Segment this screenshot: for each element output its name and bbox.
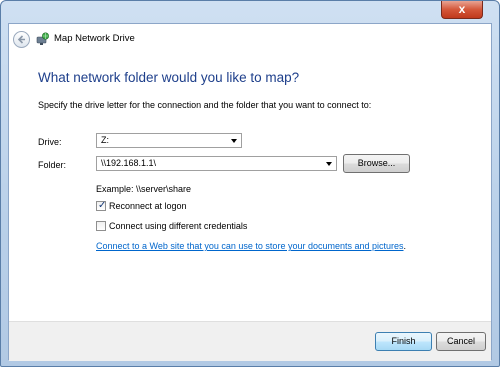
- web-site-link[interactable]: Connect to a Web site that you can use t…: [96, 241, 404, 251]
- chevron-down-icon[interactable]: [326, 162, 332, 166]
- instruction-text: Specify the drive letter for the connect…: [38, 100, 372, 110]
- wizard-content: Map Network Drive What network folder wo…: [8, 23, 492, 361]
- credentials-checkbox[interactable]: [96, 221, 106, 231]
- title-bar[interactable]: x: [1, 1, 499, 23]
- checkmark-icon: ✓: [98, 200, 107, 211]
- page-heading: What network folder would you like to ma…: [38, 70, 300, 85]
- drive-label: Drive:: [38, 137, 62, 147]
- network-drive-icon: [36, 32, 50, 45]
- finish-button[interactable]: Finish: [375, 332, 432, 351]
- browse-button[interactable]: Browse...: [343, 154, 410, 173]
- folder-input-value: \\192.168.1.1\: [101, 158, 157, 168]
- web-site-link-line: Connect to a Web site that you can use t…: [96, 241, 406, 251]
- folder-label: Folder:: [38, 160, 67, 170]
- dialog-window: x Map Network Drive What network folder …: [0, 0, 500, 367]
- drive-select[interactable]: Z:: [96, 133, 242, 148]
- chevron-down-icon[interactable]: [231, 139, 237, 143]
- close-button[interactable]: x: [441, 1, 483, 19]
- reconnect-label[interactable]: Reconnect at logon: [109, 201, 187, 211]
- back-arrow-icon: [17, 35, 25, 44]
- close-icon: x: [458, 2, 466, 16]
- wizard-nav-bar: Map Network Drive: [9, 24, 491, 54]
- window-title: Map Network Drive: [54, 33, 135, 44]
- drive-select-value: Z:: [101, 135, 109, 145]
- back-button[interactable]: [13, 31, 30, 48]
- example-text: Example: \\server\share: [96, 184, 192, 194]
- reconnect-checkbox[interactable]: ✓: [96, 200, 107, 211]
- folder-input[interactable]: \\192.168.1.1\: [96, 156, 337, 171]
- credentials-label[interactable]: Connect using different credentials: [109, 221, 247, 231]
- link-trailing-period: .: [403, 241, 407, 251]
- cancel-button[interactable]: Cancel: [436, 332, 486, 351]
- wizard-footer: Finish Cancel: [9, 321, 491, 361]
